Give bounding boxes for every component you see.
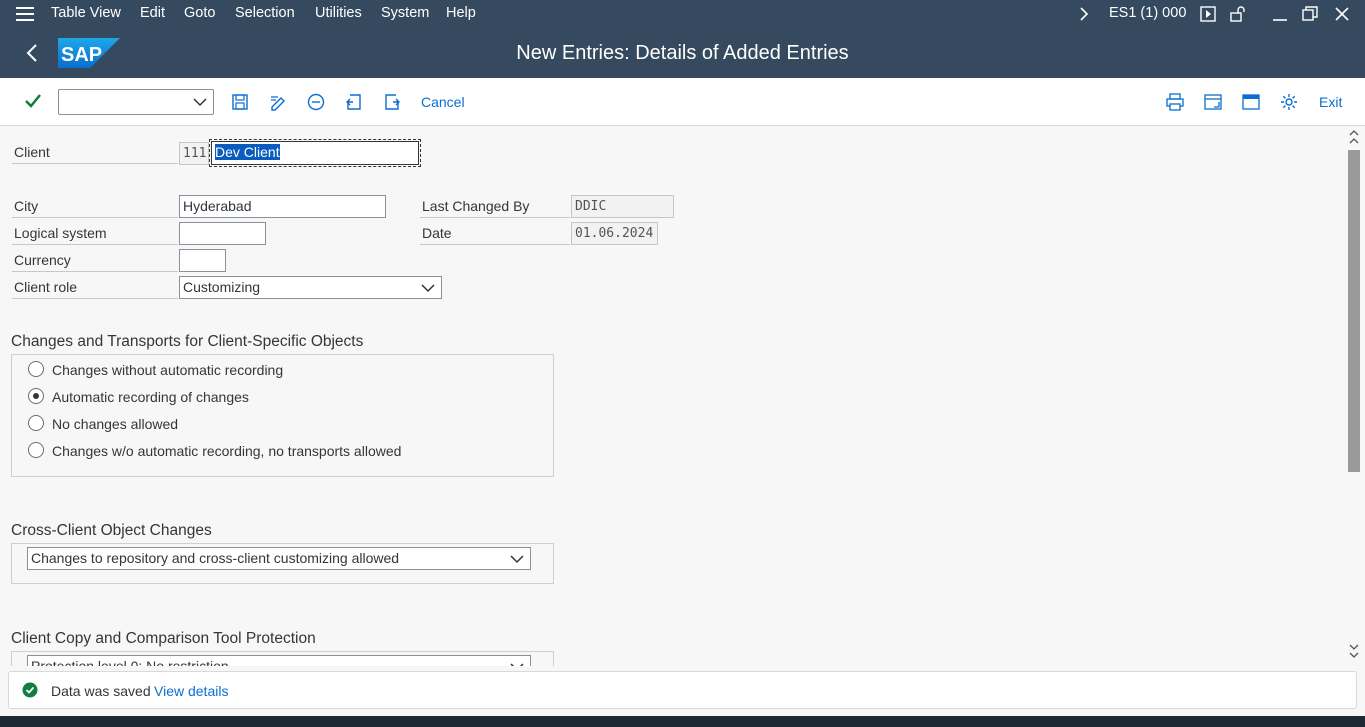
- scroll-thumb[interactable]: [1348, 150, 1360, 472]
- edit-pencil-icon[interactable]: [268, 92, 288, 112]
- last-changed-by-label: Last Changed By: [420, 196, 570, 218]
- cross-client-value: Changes to repository and cross-client c…: [31, 550, 400, 566]
- logical-system-field[interactable]: [179, 222, 266, 245]
- os-taskbar: [0, 716, 1365, 727]
- radio-button[interactable]: [28, 361, 44, 377]
- scroll-up-icon[interactable]: [1348, 128, 1360, 146]
- radio-label: Changes w/o automatic recording, no tran…: [52, 443, 402, 459]
- status-bar: Data was saved View details: [8, 671, 1357, 709]
- chevron-down-icon[interactable]: [510, 661, 524, 666]
- main-content: Client 111 Dev Client City Hyderabad Las…: [0, 126, 1345, 666]
- copy-protection-value: Protection level 0: No restriction: [31, 658, 229, 666]
- date-field: 01.06.2024: [571, 222, 658, 245]
- copy-protection-title: Client Copy and Comparison Tool Protecti…: [11, 630, 316, 647]
- menu-table-view[interactable]: Table View: [51, 5, 121, 21]
- chevron-right-icon[interactable]: [1078, 7, 1090, 21]
- close-icon[interactable]: [1334, 6, 1350, 22]
- chevron-down-icon[interactable]: [421, 282, 435, 294]
- command-field[interactable]: [58, 89, 214, 115]
- cross-client-select[interactable]: Changes to repository and cross-client c…: [27, 547, 531, 570]
- minimize-icon[interactable]: [1272, 6, 1288, 22]
- save-icon[interactable]: [230, 92, 250, 112]
- menu-utilities[interactable]: Utilities: [315, 5, 362, 21]
- cross-client-group: Changes to repository and cross-client c…: [11, 543, 554, 584]
- client-label: Client: [12, 142, 178, 164]
- menu-goto[interactable]: Goto: [184, 5, 215, 21]
- status-message: Data was saved: [51, 683, 151, 699]
- system-info: ES1 (1) 000: [1109, 5, 1187, 21]
- currency-field[interactable]: [179, 249, 226, 272]
- delete-minus-icon[interactable]: [306, 92, 326, 112]
- previous-entry-icon[interactable]: [344, 92, 364, 112]
- changes-transports-title: Changes and Transports for Client-Specif…: [11, 333, 364, 350]
- menu-help[interactable]: Help: [446, 5, 476, 21]
- radio-label: Changes without automatic recording: [52, 362, 284, 378]
- radio-label: No changes allowed: [52, 416, 179, 432]
- city-field[interactable]: Hyderabad: [179, 195, 386, 218]
- city-label: City: [12, 196, 178, 218]
- radio-button[interactable]: [28, 442, 44, 458]
- success-check-icon: [22, 682, 38, 698]
- last-changed-by-field: DDIC: [571, 195, 674, 218]
- title-bar: SAP New Entries: Details of Added Entrie…: [0, 28, 1365, 78]
- copy-protection-select[interactable]: Protection level 0: No restriction: [27, 655, 531, 666]
- view-details-link[interactable]: View details: [154, 683, 228, 699]
- print-icon[interactable]: [1165, 92, 1185, 112]
- copy-protection-group: Protection level 0: No restriction: [11, 651, 554, 666]
- menu-bar: Table View Edit Goto Selection Utilities…: [0, 0, 1365, 28]
- exit-button[interactable]: Exit: [1319, 94, 1342, 110]
- menu-system[interactable]: System: [381, 5, 429, 21]
- menu-edit[interactable]: Edit: [140, 5, 165, 21]
- vertical-scrollbar[interactable]: [1345, 126, 1365, 666]
- chevron-down-icon[interactable]: [510, 553, 524, 565]
- client-role-label: Client role: [12, 277, 178, 299]
- chevron-down-icon[interactable]: [193, 96, 207, 108]
- scroll-down-icon[interactable]: [1348, 642, 1360, 662]
- page-title: New Entries: Details of Added Entries: [516, 42, 849, 64]
- new-window-icon[interactable]: [1203, 92, 1223, 112]
- settings-gear-icon[interactable]: [1279, 92, 1299, 112]
- cancel-button[interactable]: Cancel: [421, 94, 465, 110]
- hamburger-menu-icon[interactable]: [16, 7, 34, 21]
- maximize-icon[interactable]: [1302, 6, 1318, 22]
- next-entry-icon[interactable]: [382, 92, 402, 112]
- currency-label: Currency: [12, 250, 178, 272]
- client-name-value: Dev Client: [215, 144, 280, 160]
- cross-client-title: Cross-Client Object Changes: [11, 522, 212, 539]
- application-toolbar: Cancel Exit: [0, 78, 1365, 126]
- client-role-select[interactable]: Customizing: [179, 276, 442, 299]
- changes-transports-group: Changes without automatic recording Auto…: [11, 354, 554, 477]
- date-label: Date: [420, 223, 570, 245]
- play-icon[interactable]: [1200, 6, 1216, 22]
- client-name-field[interactable]: Dev Client: [209, 139, 421, 167]
- radio-button[interactable]: [28, 415, 44, 431]
- client-role-value: Customizing: [183, 279, 261, 295]
- client-number-field: 111: [179, 142, 209, 165]
- layout-window-icon[interactable]: [1241, 92, 1261, 112]
- unlock-icon[interactable]: [1229, 5, 1247, 23]
- menu-selection[interactable]: Selection: [235, 5, 295, 21]
- logical-system-label: Logical system: [12, 223, 178, 245]
- confirm-check-icon[interactable]: [24, 92, 42, 110]
- radio-label: Automatic recording of changes: [52, 389, 249, 405]
- radio-button-selected[interactable]: [28, 388, 44, 404]
